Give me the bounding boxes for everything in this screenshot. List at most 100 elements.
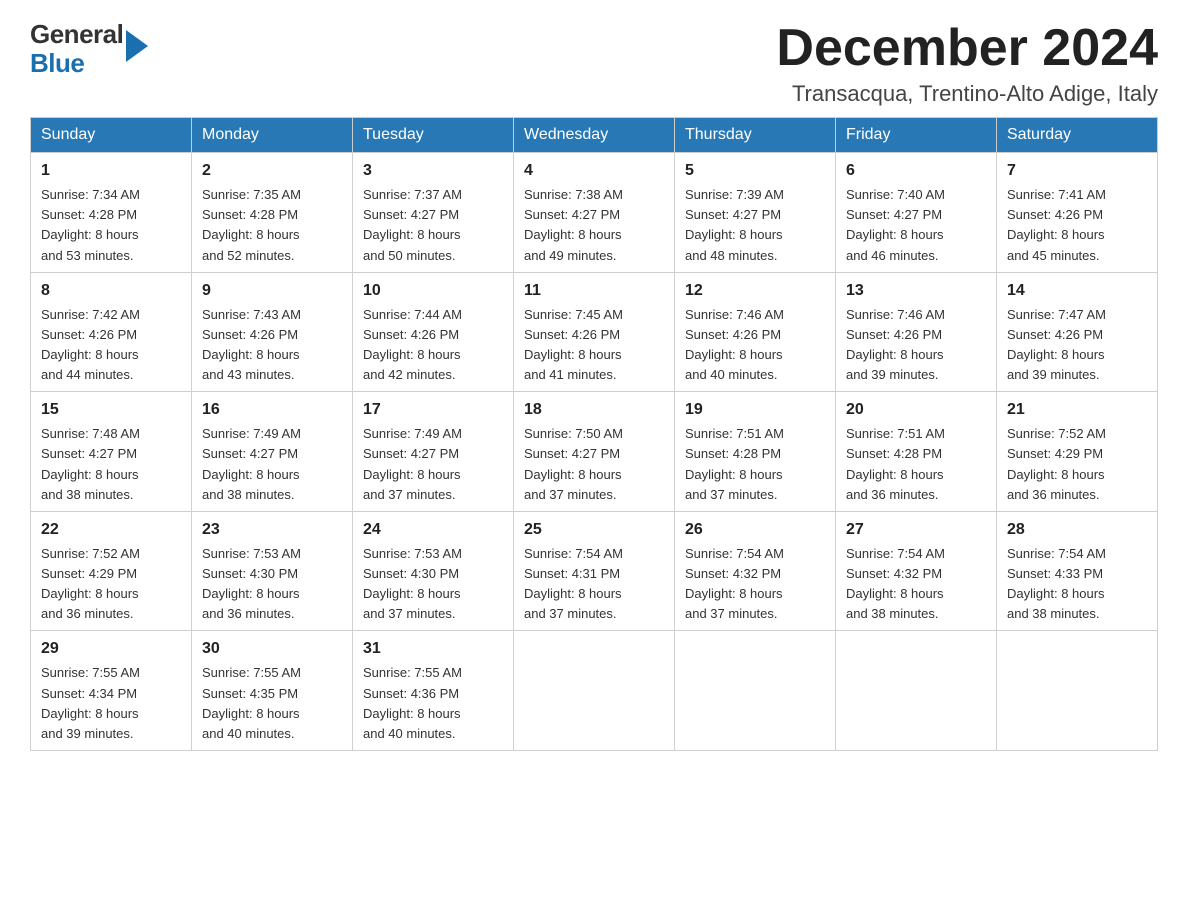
- calendar-cell: 21Sunrise: 7:52 AMSunset: 4:29 PMDayligh…: [997, 392, 1158, 512]
- calendar-cell: 16Sunrise: 7:49 AMSunset: 4:27 PMDayligh…: [192, 392, 353, 512]
- day-number: 26: [685, 518, 825, 542]
- calendar-cell: 29Sunrise: 7:55 AMSunset: 4:34 PMDayligh…: [31, 631, 192, 751]
- day-info: Sunrise: 7:51 AMSunset: 4:28 PMDaylight:…: [846, 424, 986, 505]
- logo: General Blue: [30, 20, 148, 77]
- logo-general: General: [30, 20, 123, 49]
- day-info: Sunrise: 7:54 AMSunset: 4:31 PMDaylight:…: [524, 544, 664, 625]
- day-info: Sunrise: 7:40 AMSunset: 4:27 PMDaylight:…: [846, 185, 986, 266]
- day-info: Sunrise: 7:55 AMSunset: 4:34 PMDaylight:…: [41, 663, 181, 744]
- day-info: Sunrise: 7:54 AMSunset: 4:32 PMDaylight:…: [685, 544, 825, 625]
- day-info: Sunrise: 7:35 AMSunset: 4:28 PMDaylight:…: [202, 185, 342, 266]
- calendar-header-row: SundayMondayTuesdayWednesdayThursdayFrid…: [31, 118, 1158, 153]
- day-info: Sunrise: 7:52 AMSunset: 4:29 PMDaylight:…: [41, 544, 181, 625]
- calendar-cell: 28Sunrise: 7:54 AMSunset: 4:33 PMDayligh…: [997, 511, 1158, 631]
- day-info: Sunrise: 7:49 AMSunset: 4:27 PMDaylight:…: [202, 424, 342, 505]
- day-number: 27: [846, 518, 986, 542]
- day-header-saturday: Saturday: [997, 118, 1158, 153]
- day-info: Sunrise: 7:39 AMSunset: 4:27 PMDaylight:…: [685, 185, 825, 266]
- day-info: Sunrise: 7:55 AMSunset: 4:36 PMDaylight:…: [363, 663, 503, 744]
- calendar-week-row: 22Sunrise: 7:52 AMSunset: 4:29 PMDayligh…: [31, 511, 1158, 631]
- calendar-cell: 13Sunrise: 7:46 AMSunset: 4:26 PMDayligh…: [836, 272, 997, 392]
- day-number: 3: [363, 159, 503, 183]
- calendar-cell: 5Sunrise: 7:39 AMSunset: 4:27 PMDaylight…: [675, 153, 836, 273]
- day-number: 5: [685, 159, 825, 183]
- location-title: Transacqua, Trentino-Alto Adige, Italy: [776, 81, 1158, 107]
- calendar-cell: 31Sunrise: 7:55 AMSunset: 4:36 PMDayligh…: [353, 631, 514, 751]
- calendar-week-row: 29Sunrise: 7:55 AMSunset: 4:34 PMDayligh…: [31, 631, 1158, 751]
- title-area: December 2024 Transacqua, Trentino-Alto …: [776, 20, 1158, 107]
- day-info: Sunrise: 7:45 AMSunset: 4:26 PMDaylight:…: [524, 305, 664, 386]
- day-info: Sunrise: 7:55 AMSunset: 4:35 PMDaylight:…: [202, 663, 342, 744]
- day-number: 6: [846, 159, 986, 183]
- day-number: 15: [41, 398, 181, 422]
- day-info: Sunrise: 7:47 AMSunset: 4:26 PMDaylight:…: [1007, 305, 1147, 386]
- calendar-cell: 24Sunrise: 7:53 AMSunset: 4:30 PMDayligh…: [353, 511, 514, 631]
- day-header-tuesday: Tuesday: [353, 118, 514, 153]
- day-number: 4: [524, 159, 664, 183]
- calendar-cell: 22Sunrise: 7:52 AMSunset: 4:29 PMDayligh…: [31, 511, 192, 631]
- day-number: 10: [363, 279, 503, 303]
- calendar-cell: 14Sunrise: 7:47 AMSunset: 4:26 PMDayligh…: [997, 272, 1158, 392]
- calendar-cell: 25Sunrise: 7:54 AMSunset: 4:31 PMDayligh…: [514, 511, 675, 631]
- calendar-week-row: 8Sunrise: 7:42 AMSunset: 4:26 PMDaylight…: [31, 272, 1158, 392]
- day-number: 2: [202, 159, 342, 183]
- day-info: Sunrise: 7:48 AMSunset: 4:27 PMDaylight:…: [41, 424, 181, 505]
- calendar-cell: 9Sunrise: 7:43 AMSunset: 4:26 PMDaylight…: [192, 272, 353, 392]
- day-number: 9: [202, 279, 342, 303]
- day-number: 23: [202, 518, 342, 542]
- calendar-cell: 3Sunrise: 7:37 AMSunset: 4:27 PMDaylight…: [353, 153, 514, 273]
- day-info: Sunrise: 7:34 AMSunset: 4:28 PMDaylight:…: [41, 185, 181, 266]
- calendar-table: SundayMondayTuesdayWednesdayThursdayFrid…: [30, 117, 1158, 751]
- day-header-sunday: Sunday: [31, 118, 192, 153]
- day-info: Sunrise: 7:43 AMSunset: 4:26 PMDaylight:…: [202, 305, 342, 386]
- calendar-cell: 30Sunrise: 7:55 AMSunset: 4:35 PMDayligh…: [192, 631, 353, 751]
- day-header-wednesday: Wednesday: [514, 118, 675, 153]
- calendar-cell: [836, 631, 997, 751]
- calendar-cell: 8Sunrise: 7:42 AMSunset: 4:26 PMDaylight…: [31, 272, 192, 392]
- calendar-cell: 23Sunrise: 7:53 AMSunset: 4:30 PMDayligh…: [192, 511, 353, 631]
- calendar-cell: 11Sunrise: 7:45 AMSunset: 4:26 PMDayligh…: [514, 272, 675, 392]
- day-number: 12: [685, 279, 825, 303]
- day-number: 7: [1007, 159, 1147, 183]
- day-number: 28: [1007, 518, 1147, 542]
- day-info: Sunrise: 7:38 AMSunset: 4:27 PMDaylight:…: [524, 185, 664, 266]
- month-title: December 2024: [776, 20, 1158, 77]
- calendar-cell: 12Sunrise: 7:46 AMSunset: 4:26 PMDayligh…: [675, 272, 836, 392]
- day-number: 17: [363, 398, 503, 422]
- day-header-friday: Friday: [836, 118, 997, 153]
- calendar-cell: 10Sunrise: 7:44 AMSunset: 4:26 PMDayligh…: [353, 272, 514, 392]
- calendar-cell: 15Sunrise: 7:48 AMSunset: 4:27 PMDayligh…: [31, 392, 192, 512]
- page-header: General Blue December 2024 Transacqua, T…: [30, 20, 1158, 107]
- day-number: 22: [41, 518, 181, 542]
- day-number: 14: [1007, 279, 1147, 303]
- day-info: Sunrise: 7:53 AMSunset: 4:30 PMDaylight:…: [363, 544, 503, 625]
- day-number: 8: [41, 279, 181, 303]
- logo-arrow-icon: [126, 30, 148, 62]
- day-number: 11: [524, 279, 664, 303]
- day-info: Sunrise: 7:46 AMSunset: 4:26 PMDaylight:…: [846, 305, 986, 386]
- day-number: 20: [846, 398, 986, 422]
- day-info: Sunrise: 7:54 AMSunset: 4:33 PMDaylight:…: [1007, 544, 1147, 625]
- day-info: Sunrise: 7:49 AMSunset: 4:27 PMDaylight:…: [363, 424, 503, 505]
- day-info: Sunrise: 7:42 AMSunset: 4:26 PMDaylight:…: [41, 305, 181, 386]
- day-info: Sunrise: 7:53 AMSunset: 4:30 PMDaylight:…: [202, 544, 342, 625]
- day-number: 25: [524, 518, 664, 542]
- day-number: 30: [202, 637, 342, 661]
- calendar-cell: 27Sunrise: 7:54 AMSunset: 4:32 PMDayligh…: [836, 511, 997, 631]
- calendar-cell: 20Sunrise: 7:51 AMSunset: 4:28 PMDayligh…: [836, 392, 997, 512]
- day-number: 18: [524, 398, 664, 422]
- day-header-thursday: Thursday: [675, 118, 836, 153]
- day-info: Sunrise: 7:51 AMSunset: 4:28 PMDaylight:…: [685, 424, 825, 505]
- calendar-cell: 1Sunrise: 7:34 AMSunset: 4:28 PMDaylight…: [31, 153, 192, 273]
- calendar-cell: 4Sunrise: 7:38 AMSunset: 4:27 PMDaylight…: [514, 153, 675, 273]
- day-header-monday: Monday: [192, 118, 353, 153]
- calendar-cell: 26Sunrise: 7:54 AMSunset: 4:32 PMDayligh…: [675, 511, 836, 631]
- logo-blue: Blue: [30, 49, 123, 78]
- calendar-cell: 7Sunrise: 7:41 AMSunset: 4:26 PMDaylight…: [997, 153, 1158, 273]
- day-info: Sunrise: 7:54 AMSunset: 4:32 PMDaylight:…: [846, 544, 986, 625]
- day-info: Sunrise: 7:37 AMSunset: 4:27 PMDaylight:…: [363, 185, 503, 266]
- day-number: 13: [846, 279, 986, 303]
- calendar-cell: [997, 631, 1158, 751]
- calendar-cell: 19Sunrise: 7:51 AMSunset: 4:28 PMDayligh…: [675, 392, 836, 512]
- day-info: Sunrise: 7:46 AMSunset: 4:26 PMDaylight:…: [685, 305, 825, 386]
